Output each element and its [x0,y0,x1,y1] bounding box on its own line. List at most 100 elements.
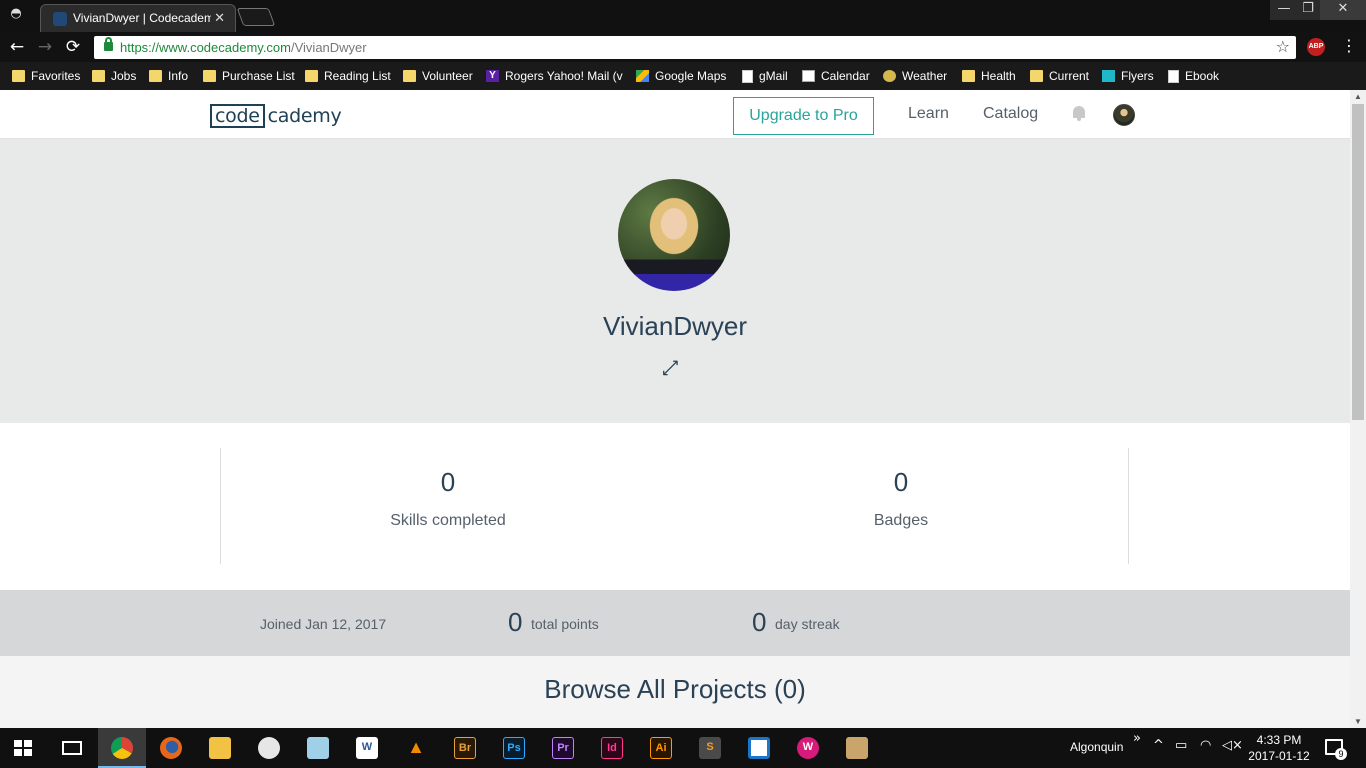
user-avatar-menu[interactable] [1113,104,1135,126]
illustrator-icon: Ai [650,737,672,759]
clock-date: 2017-01-12 [1248,749,1310,763]
bookmark-current[interactable]: Current [1030,62,1089,90]
battery-icon[interactable]: ▭ [1175,738,1187,753]
incognito-icon: ◓ [10,6,22,21]
page-scrollbar[interactable]: ▲ ▼ [1350,90,1366,728]
back-arrow-icon[interactable]: ← [6,36,28,58]
folder-icon [1030,70,1043,82]
indesign-icon: Id [601,737,623,759]
taskbar-chrome[interactable] [98,728,146,768]
firefox-icon [160,737,182,759]
address-url[interactable]: https://www.codecademy.com/VivianDwyer [120,40,367,55]
upgrade-to-pro-button[interactable]: Upgrade to Pro [733,97,874,135]
folder-icon [203,70,216,82]
badges-label: Badges [873,512,929,529]
bookmark-calendar[interactable]: Calendar [802,62,870,90]
bookmark-ebook[interactable]: Ebook [1168,62,1219,90]
lock-icon [104,37,113,51]
bookmark-google-maps[interactable]: Google Maps [636,62,726,90]
taskbar-vlc[interactable]: ▲ [392,728,440,768]
taskbar-clock[interactable]: 4:33 PM 2017-01-12 [1246,732,1312,764]
stats-divider-right [1128,448,1129,564]
taskbar-indesign[interactable]: Id [588,728,636,768]
network-name-label[interactable]: Algonquin [1070,740,1123,754]
taskbar-premiere[interactable]: Pr [539,728,587,768]
wifi-icon[interactable]: ◠ [1200,738,1211,753]
forward-arrow-icon[interactable]: → [34,36,56,58]
calendar-icon [802,70,815,82]
total-points-value: 0 [508,607,523,637]
bookmark-volunteer[interactable]: Volunteer [403,62,473,90]
scroll-down-arrow-icon[interactable]: ▼ [1354,717,1362,726]
tab-title: VivianDwyer | Codecademy [73,11,211,25]
taskbar-remote-desktop[interactable] [735,728,783,768]
taskbar-photoshop[interactable]: Ps [490,728,538,768]
bookmark-weather[interactable]: Weather [883,62,947,90]
maximize-button[interactable]: ❐ [1294,0,1322,20]
flyers-icon [1102,70,1115,82]
address-bar[interactable]: https://www.codecademy.com/VivianDwyer ☆ [94,36,1296,59]
chrome-icon [111,737,133,759]
day-streak-label: day streak [775,616,840,632]
bookmark-health[interactable]: Health [962,62,1016,90]
tray-overflow-icon[interactable]: » [1133,731,1141,746]
browse-projects-heading: Browse All Projects (0) [544,674,806,704]
new-tab-button[interactable] [236,8,276,26]
weather-icon [883,70,896,82]
browser-tab[interactable]: VivianDwyer | Codecademy ✕ [40,4,236,32]
bookmark-jobs[interactable]: Jobs [92,62,136,90]
bookmark-flyers[interactable]: Flyers [1102,62,1154,90]
scroll-up-arrow-icon[interactable]: ▲ [1354,92,1362,101]
browser-title-bar: ◓ VivianDwyer | Codecademy ✕ — ❐ ✕ [0,0,1366,32]
notification-bell-icon[interactable] [1072,106,1086,122]
taskbar-sublime-text[interactable]: S [686,728,734,768]
codecademy-favicon-icon [53,12,67,26]
folder-icon [305,70,318,82]
taskbar-firefox[interactable] [147,728,195,768]
windows-start-icon[interactable] [14,740,32,756]
close-window-button[interactable]: ✕ [1320,0,1366,20]
page-viewport: code cademy Upgrade to Pro Learn Catalog … [0,90,1350,728]
page-icon [742,69,753,83]
taskbar-notepad[interactable] [294,728,342,768]
stats-divider-left [220,448,221,564]
bookmark-rogers-yahoo-mail[interactable]: Y Rogers Yahoo! Mail (v [486,62,623,90]
taskbar-file-explorer[interactable] [196,728,244,768]
bookmark-star-icon[interactable]: ☆ [1276,37,1290,56]
reload-icon[interactable]: ⟳ [62,36,84,58]
scrollbar-thumb[interactable] [1352,104,1364,420]
nav-learn-link[interactable]: Learn [908,105,949,123]
bookmark-gmail[interactable]: gMail [742,62,788,90]
projects-section: Browse All Projects (0) [0,656,1350,728]
browser-menu-icon[interactable]: ⋮ [1340,36,1358,58]
bookmark-favorites[interactable]: Favorites [12,62,80,90]
volume-muted-icon[interactable]: ◁× [1222,738,1243,753]
bookmark-reading-list[interactable]: Reading List [305,62,391,90]
show-hidden-icons-chevron-icon[interactable]: ^ [1153,738,1164,753]
link-icon[interactable]: ⟷ [656,354,684,382]
bookmarks-bar: Favorites Jobs Info Purchase List Readin… [0,62,1366,90]
bookmark-purchase-list[interactable]: Purchase List [203,62,295,90]
photoshop-icon: Ps [503,737,525,759]
adblock-plus-icon[interactable]: ABP [1307,38,1325,56]
windows-taskbar: W ▲ Br Ps Pr Id Ai S W Algonquin » ^ ▭ ◠… [0,728,1366,768]
taskbar-word[interactable]: W [343,728,391,768]
taskbar-paint[interactable] [245,728,293,768]
taskbar-wamp[interactable]: W [784,728,832,768]
task-view-icon[interactable] [62,741,82,755]
folder-icon [403,70,416,82]
taskbar-illustrator[interactable]: Ai [637,728,685,768]
taskbar-bridge[interactable]: Br [441,728,489,768]
vlc-icon: ▲ [407,737,425,757]
tab-close-icon[interactable]: ✕ [214,10,225,26]
taskbar-scanner[interactable] [833,728,881,768]
codecademy-logo[interactable]: code cademy [210,103,342,128]
maps-icon [636,70,649,82]
profile-username: VivianDwyer [602,311,747,341]
page-icon [1168,69,1179,83]
badges-count: 0 [893,467,909,497]
bookmark-info[interactable]: Info [149,62,188,90]
word-icon: W [356,737,378,759]
remote-desktop-icon [748,737,770,759]
nav-catalog-link[interactable]: Catalog [983,105,1038,123]
